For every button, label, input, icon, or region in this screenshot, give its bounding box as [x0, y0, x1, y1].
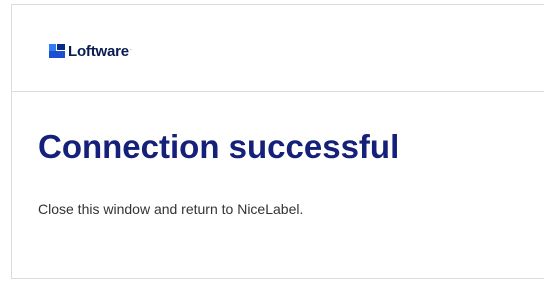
logo-wordmark: Loftware: [68, 42, 129, 60]
page-card: Loftware · Connection successful Close t…: [11, 4, 544, 279]
loftware-logo-icon: [49, 44, 65, 58]
status-message: Close this window and return to NiceLabe…: [38, 201, 304, 217]
header-bar: Loftware ·: [12, 5, 544, 92]
trademark-mark: ·: [129, 47, 132, 53]
loftware-logo: Loftware ·: [49, 41, 132, 61]
page-title: Connection successful: [38, 128, 400, 165]
